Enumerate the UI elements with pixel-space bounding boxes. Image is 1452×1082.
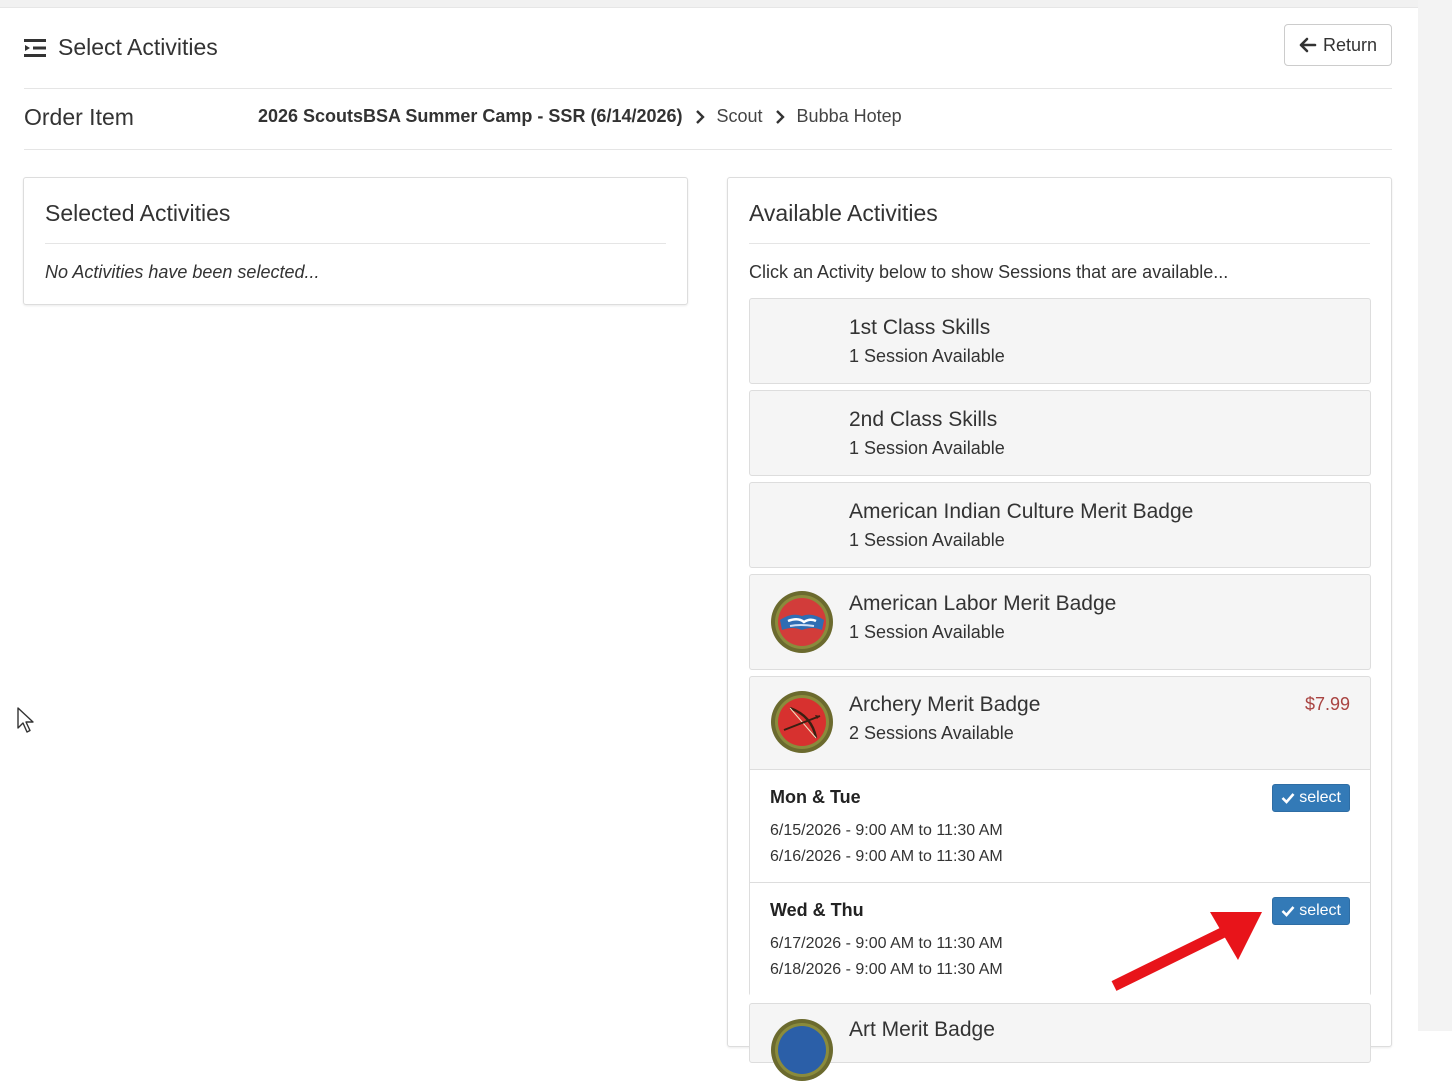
activity-sessions-count: 2 Sessions Available [849, 723, 1014, 743]
session-date: 6/15/2026 - 9:00 AM to 11:30 AM [770, 822, 1003, 839]
selected-activities-panel: Selected Activities No Activities have b… [23, 177, 688, 305]
return-button[interactable]: Return [1284, 24, 1392, 66]
available-activities-panel: Available Activities Click an Activity b… [727, 177, 1392, 1081]
chevron-right-icon [695, 109, 705, 125]
activity-title: American Indian Culture Merit Badge [849, 500, 1194, 523]
activity-title: 1st Class Skills [849, 316, 991, 339]
american-labor-badge-icon [771, 591, 833, 653]
select-label: select [1299, 789, 1341, 806]
top-divider [0, 0, 1420, 8]
select-label: select [1299, 902, 1341, 919]
order-item-row: Order Item 2026 ScoutsBSA Summer Camp - … [24, 89, 1392, 150]
page-title-wrap: Select Activities [24, 34, 218, 61]
scroll-gutter[interactable] [1418, 0, 1452, 1031]
breadcrumb-camp[interactable]: 2026 ScoutsBSA Summer Camp - SSR (6/14/2… [258, 106, 683, 127]
mouse-cursor-icon [17, 707, 34, 733]
order-item-label: Order Item [24, 104, 134, 130]
empty-selection-text: No Activities have been selected... [45, 262, 320, 282]
activity-item[interactable]: 2nd Class Skills 1 Session Available [749, 390, 1371, 476]
activity-item[interactable]: American Labor Merit Badge 1 Session Ava… [749, 574, 1371, 670]
session-name: Mon & Tue [770, 787, 861, 807]
session-date: 6/17/2026 - 9:00 AM to 11:30 AM [770, 935, 1003, 952]
activity-title: Archery Merit Badge [849, 693, 1041, 716]
activity-sessions-count: 1 Session Available [849, 346, 1005, 366]
breadcrumb: 2026 ScoutsBSA Summer Camp - SSR (6/14/2… [258, 106, 902, 127]
check-icon [1281, 906, 1295, 917]
select-session-button[interactable]: select [1272, 784, 1350, 812]
session-row: Mon & Tue 6/15/2026 - 9:00 AM to 11:30 A… [750, 769, 1370, 883]
art-badge-icon [771, 1019, 833, 1081]
session-date: 6/18/2026 - 9:00 AM to 11:30 AM [770, 961, 1003, 978]
arrow-left-icon [1299, 37, 1317, 53]
activity-title: 2nd Class Skills [849, 408, 998, 431]
activity-sessions-count: 1 Session Available [849, 622, 1005, 642]
check-icon [1281, 793, 1295, 804]
select-session-button[interactable]: select [1272, 897, 1350, 925]
breadcrumb-person[interactable]: Bubba Hotep [797, 106, 902, 127]
page-header: Select Activities Return [24, 22, 1392, 89]
page-title: Select Activities [58, 34, 218, 60]
session-row: Wed & Thu 6/17/2026 - 9:00 AM to 11:30 A… [750, 882, 1370, 996]
activity-item[interactable]: American Indian Culture Merit Badge 1 Se… [749, 482, 1371, 568]
available-hint-text: Click an Activity below to show Sessions… [749, 262, 1229, 282]
chevron-right-icon [775, 109, 785, 125]
breadcrumb-role[interactable]: Scout [717, 106, 763, 127]
archery-badge-icon [771, 691, 833, 753]
activity-sessions-count: 1 Session Available [849, 438, 1005, 458]
activity-item[interactable]: 1st Class Skills 1 Session Available [749, 298, 1371, 384]
available-activities-title: Available Activities [749, 200, 1370, 244]
session-date: 6/16/2026 - 9:00 AM to 11:30 AM [770, 848, 1003, 865]
return-label: Return [1322, 34, 1378, 55]
annotation-arrow-icon [1111, 912, 1262, 991]
session-name: Wed & Thu [770, 900, 864, 920]
activity-title: Art Merit Badge [849, 1018, 995, 1041]
selected-activities-title: Selected Activities [45, 200, 666, 244]
activity-price: $7.99 [1304, 694, 1350, 714]
activity-item-expanded[interactable]: Archery Merit Badge 2 Sessions Available… [749, 676, 1371, 996]
activity-sessions-count: 1 Session Available [849, 530, 1005, 550]
activity-item[interactable]: Art Merit Badge [749, 1003, 1371, 1081]
indent-list-icon [24, 38, 46, 57]
activity-title: American Labor Merit Badge [849, 592, 1117, 615]
